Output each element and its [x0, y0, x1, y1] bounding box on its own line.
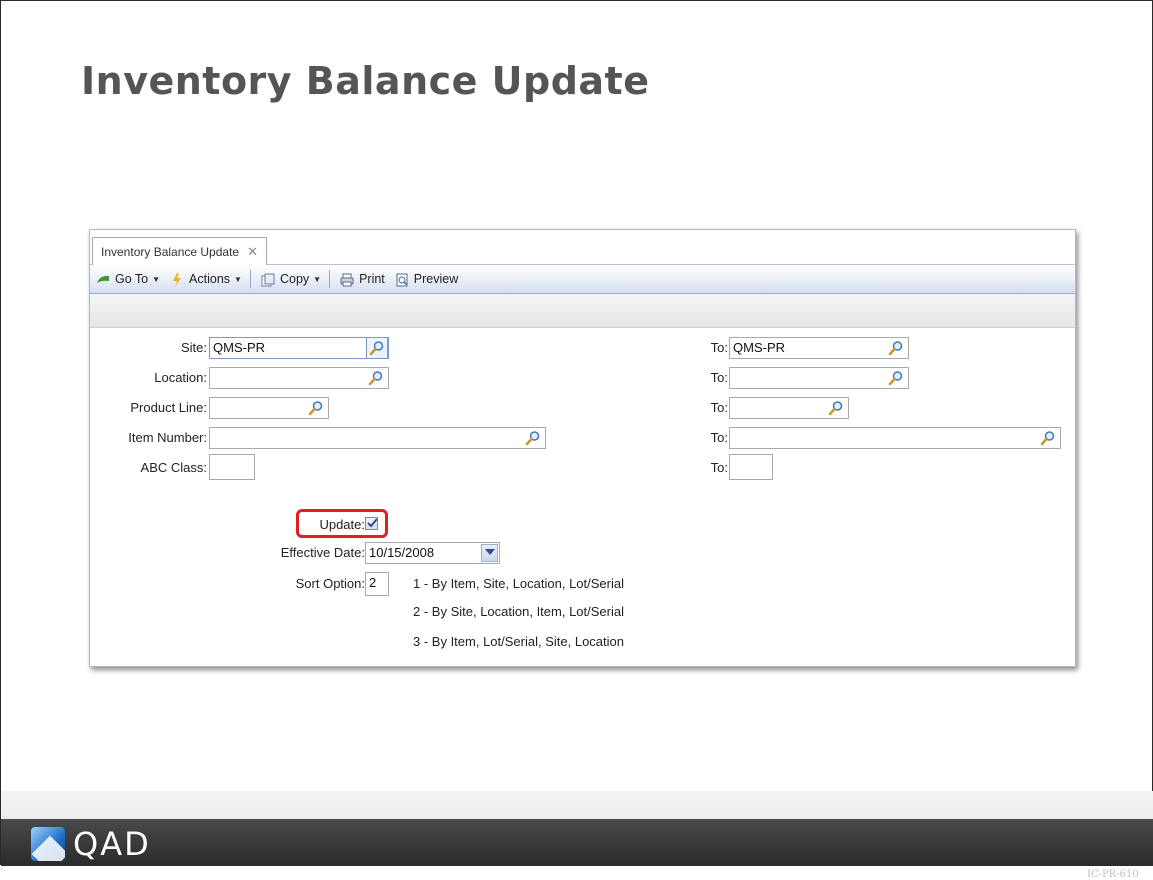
location-label: Location: [154, 370, 207, 385]
search-icon[interactable] [828, 400, 844, 416]
logo-text: QAD [73, 825, 151, 863]
effective-date-field[interactable]: 10/15/2008 [365, 542, 500, 564]
footer: IC-PR-610 QAD [1, 791, 1153, 880]
sort-option-field[interactable]: 2 [365, 572, 389, 596]
app-window: Inventory Balance Update ✕ Go To ▼ Actio… [89, 229, 1076, 667]
toolbar-separator [329, 270, 331, 288]
item-number-label: Item Number: [128, 430, 207, 445]
sort-option-value: 2 [369, 575, 377, 590]
copy-label: Copy [279, 272, 310, 286]
slide: Inventory Balance Update Inventory Balan… [0, 0, 1153, 880]
site-from-field[interactable]: QMS-PR [209, 337, 389, 359]
abc-class-label: ABC Class: [140, 460, 207, 475]
product-line-label: Product Line: [130, 400, 207, 415]
chevron-down-icon [485, 549, 495, 555]
item-number-to-field[interactable] [729, 427, 1061, 449]
sort-option-2: 2 - By Site, Location, Item, Lot/Serial [413, 604, 624, 619]
print-button[interactable]: Print [340, 272, 385, 287]
search-icon[interactable] [1040, 430, 1056, 446]
search-icon[interactable] [308, 400, 324, 416]
toolbar-separator [249, 270, 251, 288]
goto-button[interactable]: Go To ▼ [96, 272, 160, 286]
footer-bar: IC-PR-610 [1, 819, 1153, 880]
product-line-to-field[interactable] [729, 397, 849, 419]
date-dropdown-button[interactable] [481, 544, 498, 562]
sort-option-3: 3 - By Item, Lot/Serial, Site, Location [413, 634, 624, 649]
slide-title: Inventory Balance Update [81, 59, 650, 103]
tab-bar: Inventory Balance Update ✕ [90, 230, 1075, 265]
sort-option-1: 1 - By Item, Site, Location, Lot/Serial [413, 576, 624, 591]
item-number-from-field[interactable] [209, 427, 546, 449]
qad-logo: QAD [31, 825, 151, 863]
logo-icon [31, 827, 65, 861]
location-to-label: To: [710, 370, 728, 385]
print-label: Print [359, 272, 385, 286]
close-icon[interactable]: ✕ [247, 244, 258, 260]
tab-inventory-balance-update[interactable]: Inventory Balance Update ✕ [92, 237, 267, 265]
site-to-label: To: [710, 340, 728, 355]
search-icon[interactable] [888, 340, 904, 356]
site-to-field[interactable]: QMS-PR [729, 337, 909, 359]
effective-date-label: Effective Date: [280, 545, 365, 560]
sort-option-label: Sort Option: [295, 576, 365, 591]
chevron-down-icon: ▼ [313, 274, 322, 284]
preview-icon [395, 273, 409, 287]
search-icon[interactable] [525, 430, 541, 446]
abc-class-from-field[interactable] [209, 454, 255, 480]
preview-button[interactable]: Preview [395, 272, 459, 287]
lightning-icon [170, 273, 184, 287]
copy-icon [261, 273, 275, 287]
search-icon[interactable] [366, 337, 388, 359]
product-line-to-label: To: [710, 400, 728, 415]
chevron-down-icon: ▼ [152, 274, 161, 284]
toolbar: Go To ▼ Actions ▼ Copy ▼ Print Preview [90, 265, 1075, 294]
abc-class-to-field[interactable] [729, 454, 773, 480]
actions-label: Actions [189, 272, 231, 286]
site-to-value: QMS-PR [733, 340, 785, 355]
effective-date-value: 10/15/2008 [369, 545, 435, 560]
checkmark-icon [367, 518, 378, 528]
search-icon[interactable] [368, 370, 384, 386]
abc-class-to-label: To: [710, 460, 728, 475]
update-label: Update: [319, 517, 365, 532]
tab-label: Inventory Balance Update [101, 244, 240, 259]
product-line-from-field[interactable] [209, 397, 329, 419]
location-from-field[interactable] [209, 367, 389, 389]
site-label: Site: [180, 340, 207, 355]
preview-label: Preview [413, 272, 459, 286]
site-from-value: QMS-PR [213, 340, 265, 355]
update-checkbox[interactable] [365, 517, 378, 530]
search-icon[interactable] [888, 370, 904, 386]
location-to-field[interactable] [729, 367, 909, 389]
slide-code: IC-PR-610 [1087, 869, 1139, 880]
item-number-to-label: To: [710, 430, 728, 445]
copy-button[interactable]: Copy ▼ [261, 272, 322, 287]
printer-icon [340, 273, 354, 287]
header-band [90, 294, 1075, 328]
actions-button[interactable]: Actions ▼ [170, 272, 242, 287]
chevron-down-icon: ▼ [234, 274, 242, 284]
goto-label: Go To [115, 272, 149, 286]
goto-icon [96, 273, 110, 285]
